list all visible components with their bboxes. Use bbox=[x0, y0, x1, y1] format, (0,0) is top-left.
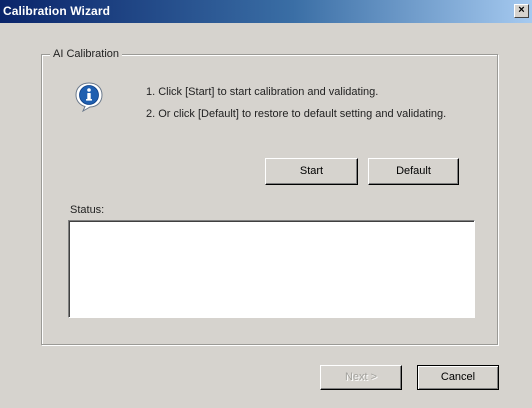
status-label: Status: bbox=[70, 204, 105, 216]
default-button[interactable]: Default bbox=[368, 158, 459, 185]
next-button[interactable]: Next > bbox=[320, 365, 402, 390]
instruction-default: 2. Or click [Default] to restore to defa… bbox=[146, 108, 447, 120]
status-output[interactable] bbox=[68, 220, 475, 318]
group-label: AI Calibration bbox=[50, 48, 123, 60]
window-title: Calibration Wizard bbox=[3, 4, 111, 18]
info-icon bbox=[75, 82, 103, 112]
close-icon: × bbox=[518, 4, 525, 16]
start-button[interactable]: Start bbox=[265, 158, 358, 185]
cancel-button[interactable]: Cancel bbox=[417, 365, 499, 390]
instruction-start: 1. Click [Start] to start calibration an… bbox=[146, 86, 379, 98]
close-button[interactable]: × bbox=[514, 4, 529, 18]
title-bar[interactable]: Calibration Wizard × bbox=[0, 0, 532, 23]
